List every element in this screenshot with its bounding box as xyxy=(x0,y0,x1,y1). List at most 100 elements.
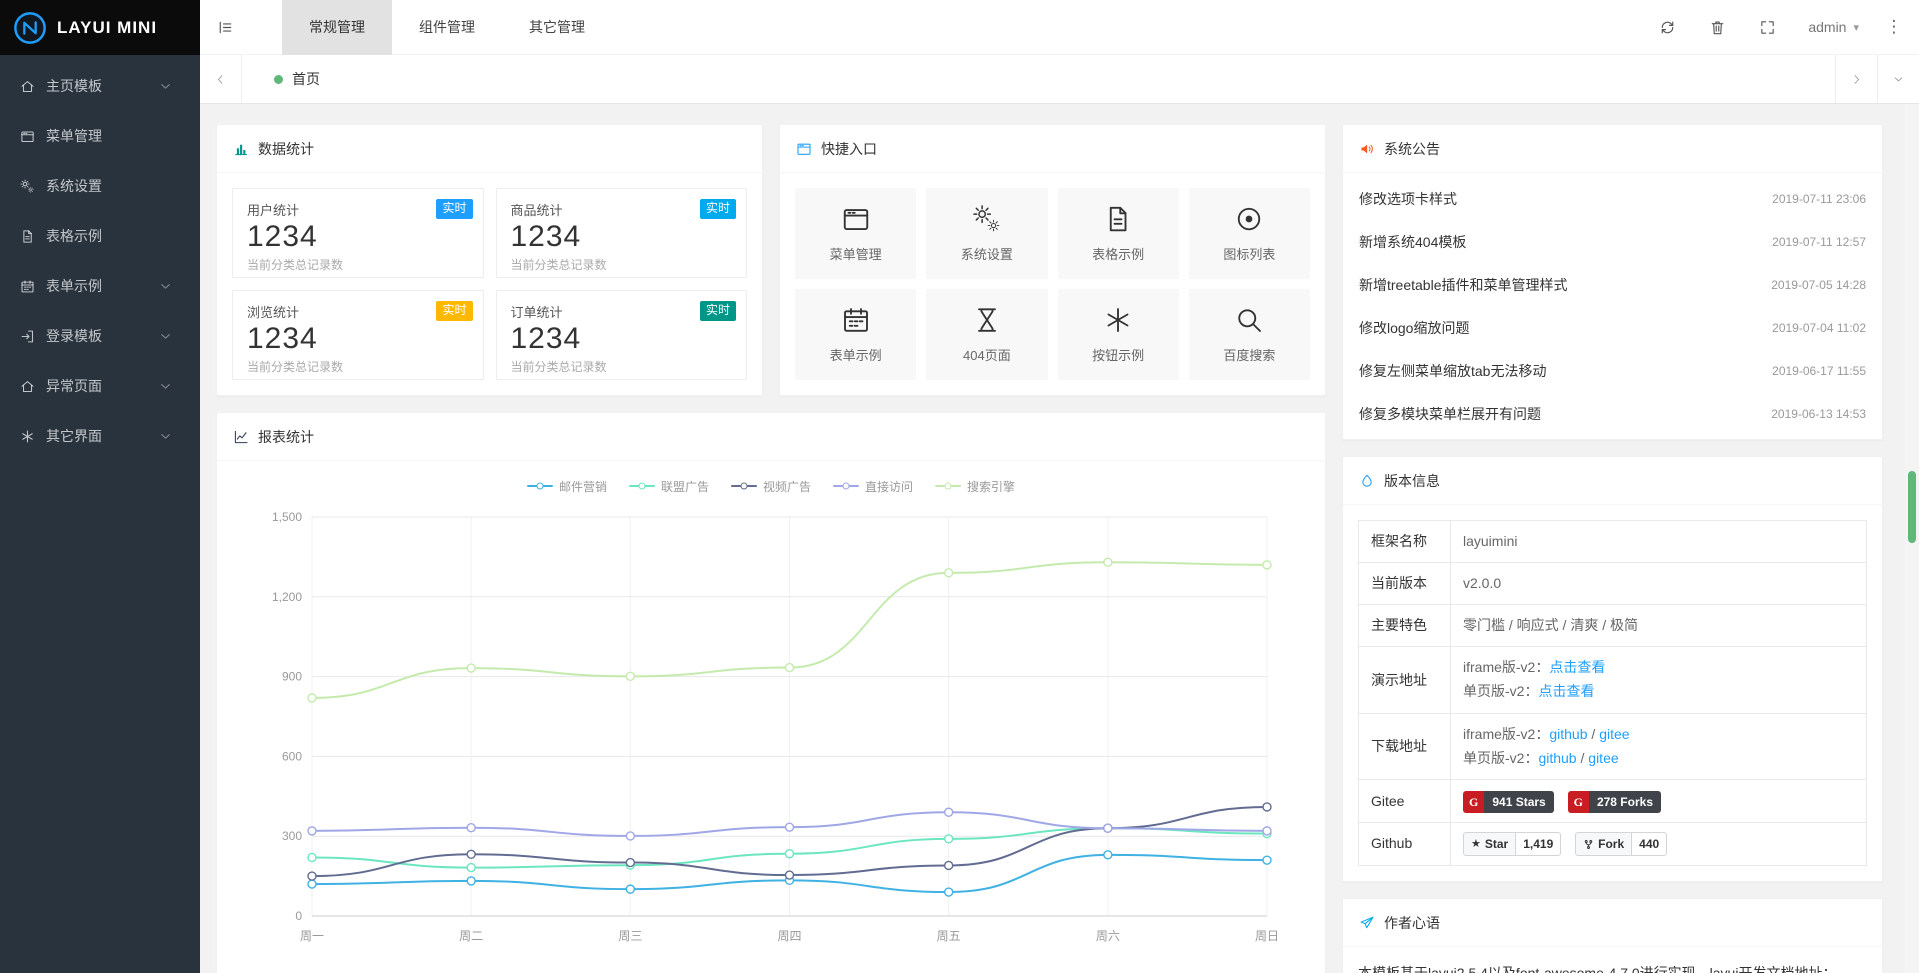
stat-value: 1234 xyxy=(511,322,733,356)
gitee-forks-badge[interactable]: G278 Forks xyxy=(1568,791,1661,813)
sidebar-item-login-template[interactable]: 登录模板 xyxy=(0,311,200,361)
sidebar: LAYUI MINI 主页模板 菜单管理 系统设置 表格示例 表单 xyxy=(0,0,200,973)
download-iframe-gitee-link[interactable]: gitee xyxy=(1599,726,1629,742)
chevron-right-icon xyxy=(1850,73,1863,86)
tab-home[interactable]: 首页 xyxy=(242,55,352,103)
more-menu-button[interactable]: ⋮ xyxy=(1875,0,1913,55)
hourglass-icon xyxy=(972,305,1002,335)
clear-cache-button[interactable] xyxy=(1692,0,1742,55)
svg-text:周六: 周六 xyxy=(1096,929,1120,943)
logo-icon xyxy=(13,11,47,45)
gears-icon xyxy=(972,204,1002,234)
version-icon xyxy=(1359,473,1375,489)
svg-text:周一: 周一 xyxy=(300,929,324,943)
github-star-badge[interactable]: ★Star1,419 xyxy=(1463,832,1561,856)
chevron-down-icon xyxy=(158,429,173,444)
calendar-icon xyxy=(841,305,871,335)
github-fork-badge[interactable]: Fork440 xyxy=(1575,832,1667,856)
svg-text:1,200: 1,200 xyxy=(272,590,302,604)
stats-card: 数据统计 用户统计 1234 当前分类总记录数 实时 xyxy=(216,124,763,396)
notice-item[interactable]: 新增系统404模板 2019-07-11 12:57 xyxy=(1359,220,1866,263)
sidebar-item-form-example[interactable]: 表单示例 xyxy=(0,261,200,311)
scrollbar-thumb[interactable] xyxy=(1908,471,1916,543)
logo[interactable]: LAYUI MINI xyxy=(0,0,200,55)
gitee-stars-badge[interactable]: G941 Stars xyxy=(1463,791,1554,813)
refresh-button[interactable] xyxy=(1642,0,1692,55)
tile-label: 图标列表 xyxy=(1223,244,1275,263)
collapse-sidebar-button[interactable] xyxy=(200,0,250,55)
notice-item[interactable]: 修复多模块菜单栏展开有问题 2019-06-13 14:53 xyxy=(1359,392,1866,435)
sidebar-item-label: 其它界面 xyxy=(46,426,158,446)
tab-general-management[interactable]: 常规管理 xyxy=(282,0,392,55)
quick-tile-form-example[interactable]: 表单示例 xyxy=(795,289,916,380)
download-iframe-prefix: iframe版-v2： xyxy=(1463,726,1549,742)
notice-card-header: 系统公告 xyxy=(1343,125,1882,173)
legend-item-2[interactable]: 视频广告 xyxy=(731,478,811,495)
legend-item-4[interactable]: 搜索引擎 xyxy=(935,478,1015,495)
download-spa-github-link[interactable]: github xyxy=(1538,750,1576,766)
tile-label: 系统设置 xyxy=(961,244,1013,263)
version-card-title: 版本信息 xyxy=(1384,471,1440,491)
tab-other-management[interactable]: 其它管理 xyxy=(502,0,612,55)
quick-entry-header: 快捷入口 xyxy=(780,125,1325,173)
sidebar-item-label: 表格示例 xyxy=(46,226,184,246)
notice-item[interactable]: 修改logo缩放问题 2019-07-04 11:02 xyxy=(1359,306,1866,349)
svg-text:0: 0 xyxy=(295,909,302,923)
user-menu[interactable]: admin ▾ xyxy=(1792,0,1875,55)
version-row-label: 下载地址 xyxy=(1359,713,1451,780)
active-tab-dot xyxy=(274,75,283,84)
notice-item[interactable]: 修复左侧菜单缩放tab无法移动 2019-06-17 11:55 xyxy=(1359,349,1866,392)
notice-item[interactable]: 新增treetable插件和菜单管理样式 2019-07-05 14:28 xyxy=(1359,263,1866,306)
quick-tile-404-page[interactable]: 404页面 xyxy=(926,289,1047,380)
quick-tile-system-settings[interactable]: 系统设置 xyxy=(926,188,1047,279)
table-row: Github ★Star1,419 Fork440 xyxy=(1359,822,1867,865)
legend-item-1[interactable]: 联盟广告 xyxy=(629,478,709,495)
tabs-scroll-left-button[interactable] xyxy=(200,55,242,103)
version-table: 框架名称 layuimini 当前版本 v2.0.0 主要特色 零门槛 / 响应… xyxy=(1358,520,1867,866)
tile-label: 按钮示例 xyxy=(1092,345,1144,364)
notice-item[interactable]: 修改选项卡样式 2019-07-11 23:06 xyxy=(1359,177,1866,220)
quick-tile-icon-list[interactable]: 图标列表 xyxy=(1189,188,1310,279)
download-spa-gitee-link[interactable]: gitee xyxy=(1588,750,1618,766)
snowflake-icon xyxy=(1103,305,1133,335)
version-card: 版本信息 框架名称 layuimini 当前版本 v2 xyxy=(1342,456,1883,882)
demo-iframe-link[interactable]: 点击查看 xyxy=(1549,659,1605,675)
notice-card: 系统公告 修改选项卡样式 2019-07-11 23:06 新增系统404模板 … xyxy=(1342,124,1883,440)
tabs-scroll-right-button[interactable] xyxy=(1835,55,1877,103)
module-tabs: 常规管理 组件管理 其它管理 xyxy=(282,0,612,55)
quick-tile-baidu-search[interactable]: 百度搜索 xyxy=(1189,289,1310,380)
scrollbar-track[interactable] xyxy=(1905,104,1919,973)
fullscreen-button[interactable] xyxy=(1742,0,1792,55)
legend-item-0[interactable]: 邮件营销 xyxy=(527,478,607,495)
sidebar-item-system-settings[interactable]: 系统设置 xyxy=(0,161,200,211)
sidebar-item-error-pages[interactable]: 异常页面 xyxy=(0,361,200,411)
download-iframe-github-link[interactable]: github xyxy=(1549,726,1587,742)
notice-text: 修复左侧菜单缩放tab无法移动 xyxy=(1359,361,1546,381)
quick-tile-button-example[interactable]: 按钮示例 xyxy=(1058,289,1179,380)
legend-item-3[interactable]: 直接访问 xyxy=(833,478,913,495)
quick-tile-table-example[interactable]: 表格示例 xyxy=(1058,188,1179,279)
sidebar-item-other-pages[interactable]: 其它界面 xyxy=(0,411,200,461)
chevron-down-icon xyxy=(158,379,173,394)
tabs-operations-button[interactable] xyxy=(1877,55,1919,103)
sidebar-item-table-example[interactable]: 表格示例 xyxy=(0,211,200,261)
notice-text: 修改选项卡样式 xyxy=(1359,189,1457,209)
quick-entry-card: 快捷入口 菜单管理 系统设置 xyxy=(779,124,1326,396)
table-row: Gitee G941 Stars G278 Forks xyxy=(1359,780,1867,822)
svg-text:周五: 周五 xyxy=(937,929,961,943)
sidebar-item-label: 登录模板 xyxy=(46,326,158,346)
tab-component-management[interactable]: 组件管理 xyxy=(392,0,502,55)
github-star-count: 1,419 xyxy=(1516,832,1561,856)
sidebar-item-menu-management[interactable]: 菜单管理 xyxy=(0,111,200,161)
notice-date: 2019-07-11 12:57 xyxy=(1772,235,1866,249)
chevron-down-icon xyxy=(1892,73,1905,86)
demo-spa-link[interactable]: 点击查看 xyxy=(1538,683,1594,699)
trash-icon xyxy=(1709,19,1726,36)
realtime-badge: 实时 xyxy=(436,199,472,219)
table-row: 框架名称 layuimini xyxy=(1359,521,1867,563)
quick-tile-menu-management[interactable]: 菜单管理 xyxy=(795,188,916,279)
table-row: 演示地址 iframe版-v2：点击查看 单页版-v2：点击查看 xyxy=(1359,647,1867,714)
stat-value: 1234 xyxy=(511,220,733,254)
sidebar-item-home-template[interactable]: 主页模板 xyxy=(0,61,200,111)
notice-date: 2019-06-17 11:55 xyxy=(1772,364,1866,378)
